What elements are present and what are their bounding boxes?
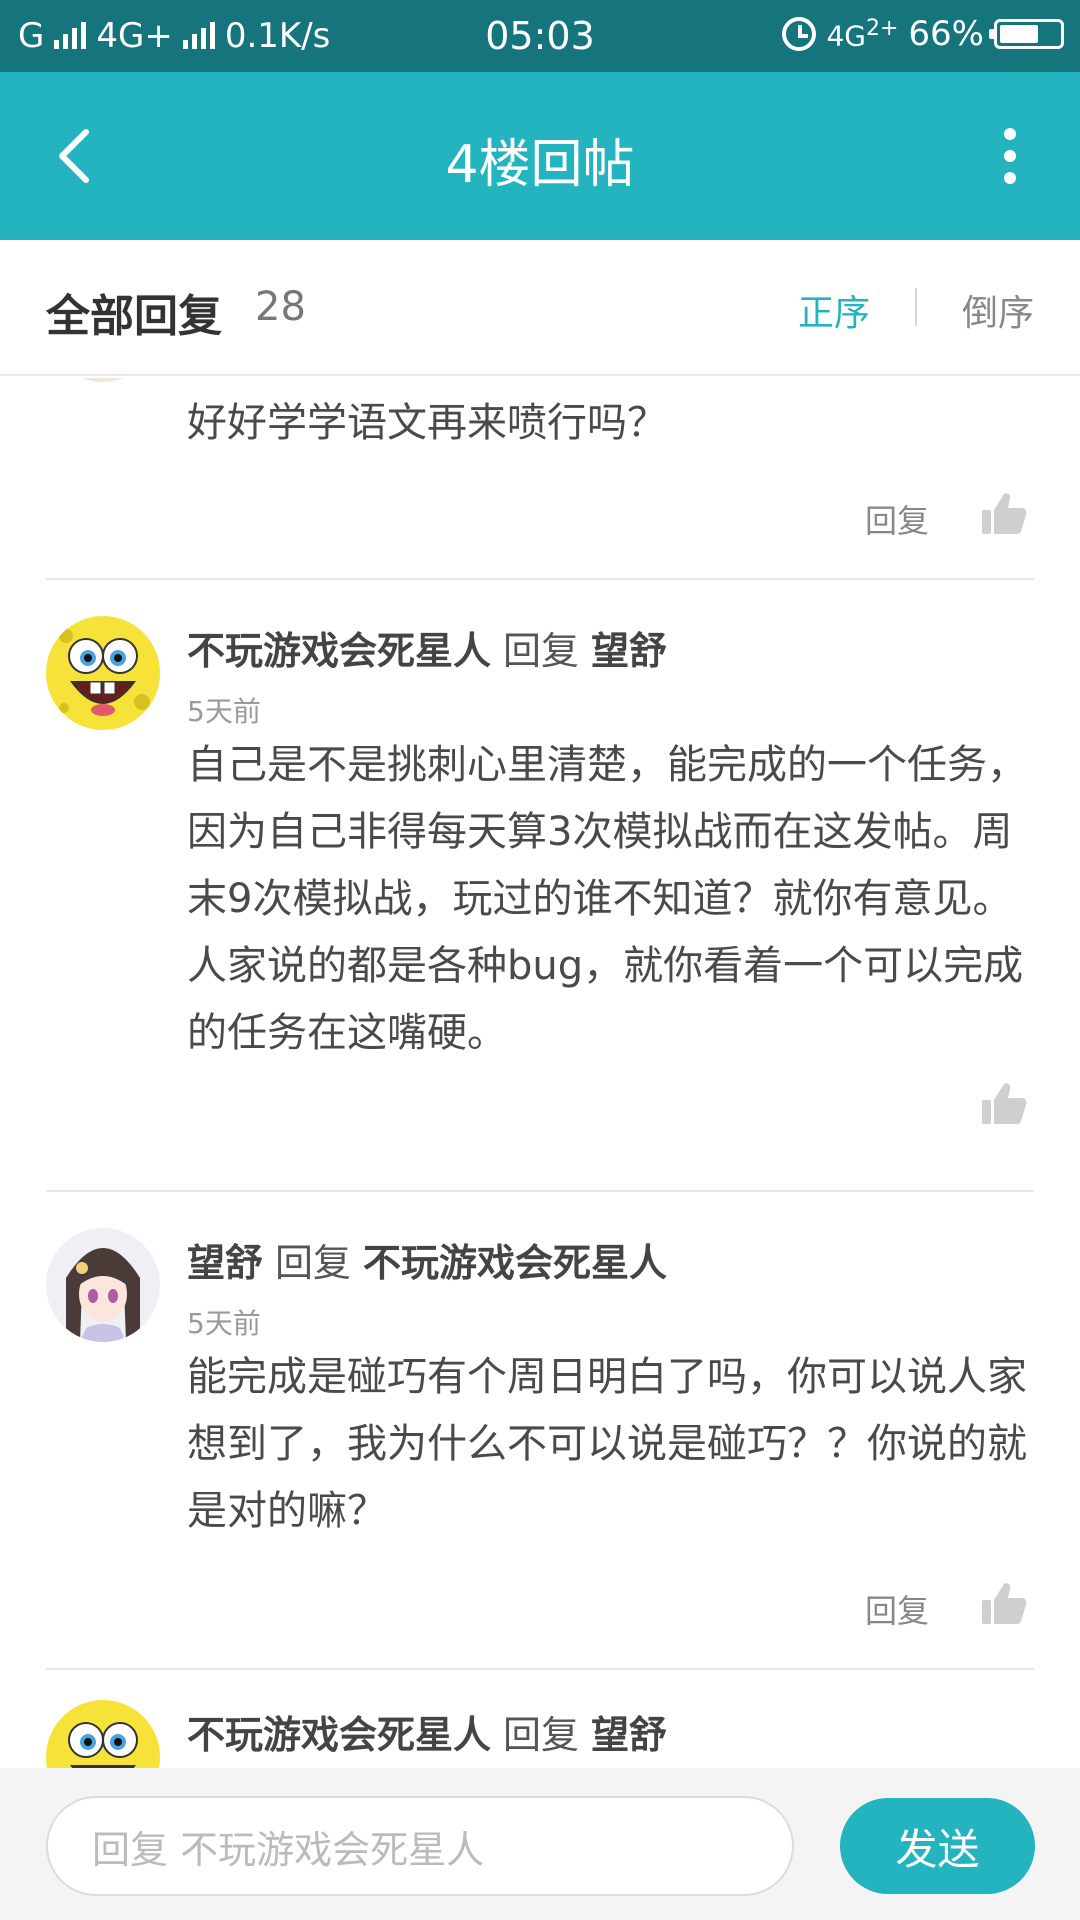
reply-header: 不玩游戏会死星人 回复 望舒 <box>187 1704 667 1759</box>
anime-girl-avatar[interactable] <box>46 1228 160 1342</box>
reply-body: 好好学学语文再来喷行吗？ <box>187 400 667 446</box>
title-bar: 4楼回帖 <box>0 72 1080 240</box>
reply-item: 好好学学语文再来喷行吗？ 回复 <box>0 378 1080 580</box>
status-bar: G 4G+ 0.1K/s 05:03 4G2+ 66% <box>0 0 1080 72</box>
reply-button[interactable]: 回复 <box>865 1586 929 1632</box>
author-name[interactable]: 不玩游戏会死星人 <box>187 1713 491 1757</box>
more-vertical-icon[interactable] <box>980 122 1040 190</box>
thumbs-up-icon[interactable] <box>980 1580 1028 1628</box>
reply-body: 自己是不是挑刺心里清楚，能完成的一个任务，因为自己非得每天算3次模拟战而在这发帖… <box>187 742 1027 1056</box>
reply-header: 望舒 回复 不玩游戏会死星人 <box>187 1232 667 1287</box>
status-right: 4G2+ 66% <box>782 14 1064 54</box>
target-name[interactable]: 不玩游戏会死星人 <box>363 1241 667 1285</box>
thumbs-up-icon[interactable] <box>980 490 1028 538</box>
reply-button[interactable]: 回复 <box>865 496 929 542</box>
network-type-right: 4G2+ <box>826 15 899 53</box>
sort-divider <box>915 288 917 326</box>
page-title: 4楼回帖 <box>445 135 635 195</box>
reply-verb: 回复 <box>503 629 580 673</box>
sort-descending-tab[interactable]: 倒序 <box>962 284 1034 336</box>
replies-header: 全部回复 28 正序 倒序 <box>0 240 1080 376</box>
sort-ascending-tab[interactable]: 正序 <box>798 284 870 336</box>
reply-body: 能完成是碰巧有个周日明白了吗，你可以说人家想到了，我为什么不可以说是碰巧？？你说… <box>187 1354 1027 1534</box>
reply-header: 不玩游戏会死星人 回复 望舒 <box>187 620 667 675</box>
author-name[interactable]: 望舒 <box>187 1241 263 1285</box>
battery-percent: 66% <box>908 14 984 54</box>
spongebob-avatar[interactable] <box>46 1700 160 1768</box>
replies-count: 28 <box>255 284 306 330</box>
avatar[interactable] <box>46 378 160 382</box>
replies-title: 全部回复 <box>46 291 222 342</box>
reply-time: 5天前 <box>187 695 261 728</box>
reply-verb: 回复 <box>503 1713 580 1757</box>
target-name[interactable]: 望舒 <box>591 629 667 673</box>
reply-time: 5天前 <box>187 1307 261 1340</box>
battery-icon <box>989 19 1064 49</box>
alarm-icon <box>782 17 817 51</box>
reply-item: 望舒 回复 不玩游戏会死星人 5天前 能完成是碰巧有个周日明白了吗，你可以说人家想到… <box>0 1192 1080 1670</box>
author-name[interactable]: 不玩游戏会死星人 <box>187 629 491 673</box>
send-button[interactable]: 发送 <box>840 1798 1035 1894</box>
reply-verb: 回复 <box>275 1241 352 1285</box>
reply-input-bar: 回复 不玩游戏会死星人 发送 <box>0 1768 1080 1920</box>
target-name[interactable]: 望舒 <box>591 1713 667 1757</box>
reply-item: 不玩游戏会死星人 回复 望舒 <box>0 1670 1080 1768</box>
reply-input[interactable]: 回复 不玩游戏会死星人 <box>46 1796 794 1896</box>
thumbs-up-icon[interactable] <box>980 1080 1028 1128</box>
reply-item: 不玩游戏会死星人 回复 望舒 5天前 自己是不是挑刺心里清楚，能完成的一个任务，因为… <box>0 580 1080 1192</box>
reply-list[interactable]: 好好学学语文再来喷行吗？ 回复 不玩游戏会死星人 回复 望舒 5天前 自己是不是… <box>0 378 1080 1768</box>
spongebob-avatar[interactable] <box>46 616 160 730</box>
